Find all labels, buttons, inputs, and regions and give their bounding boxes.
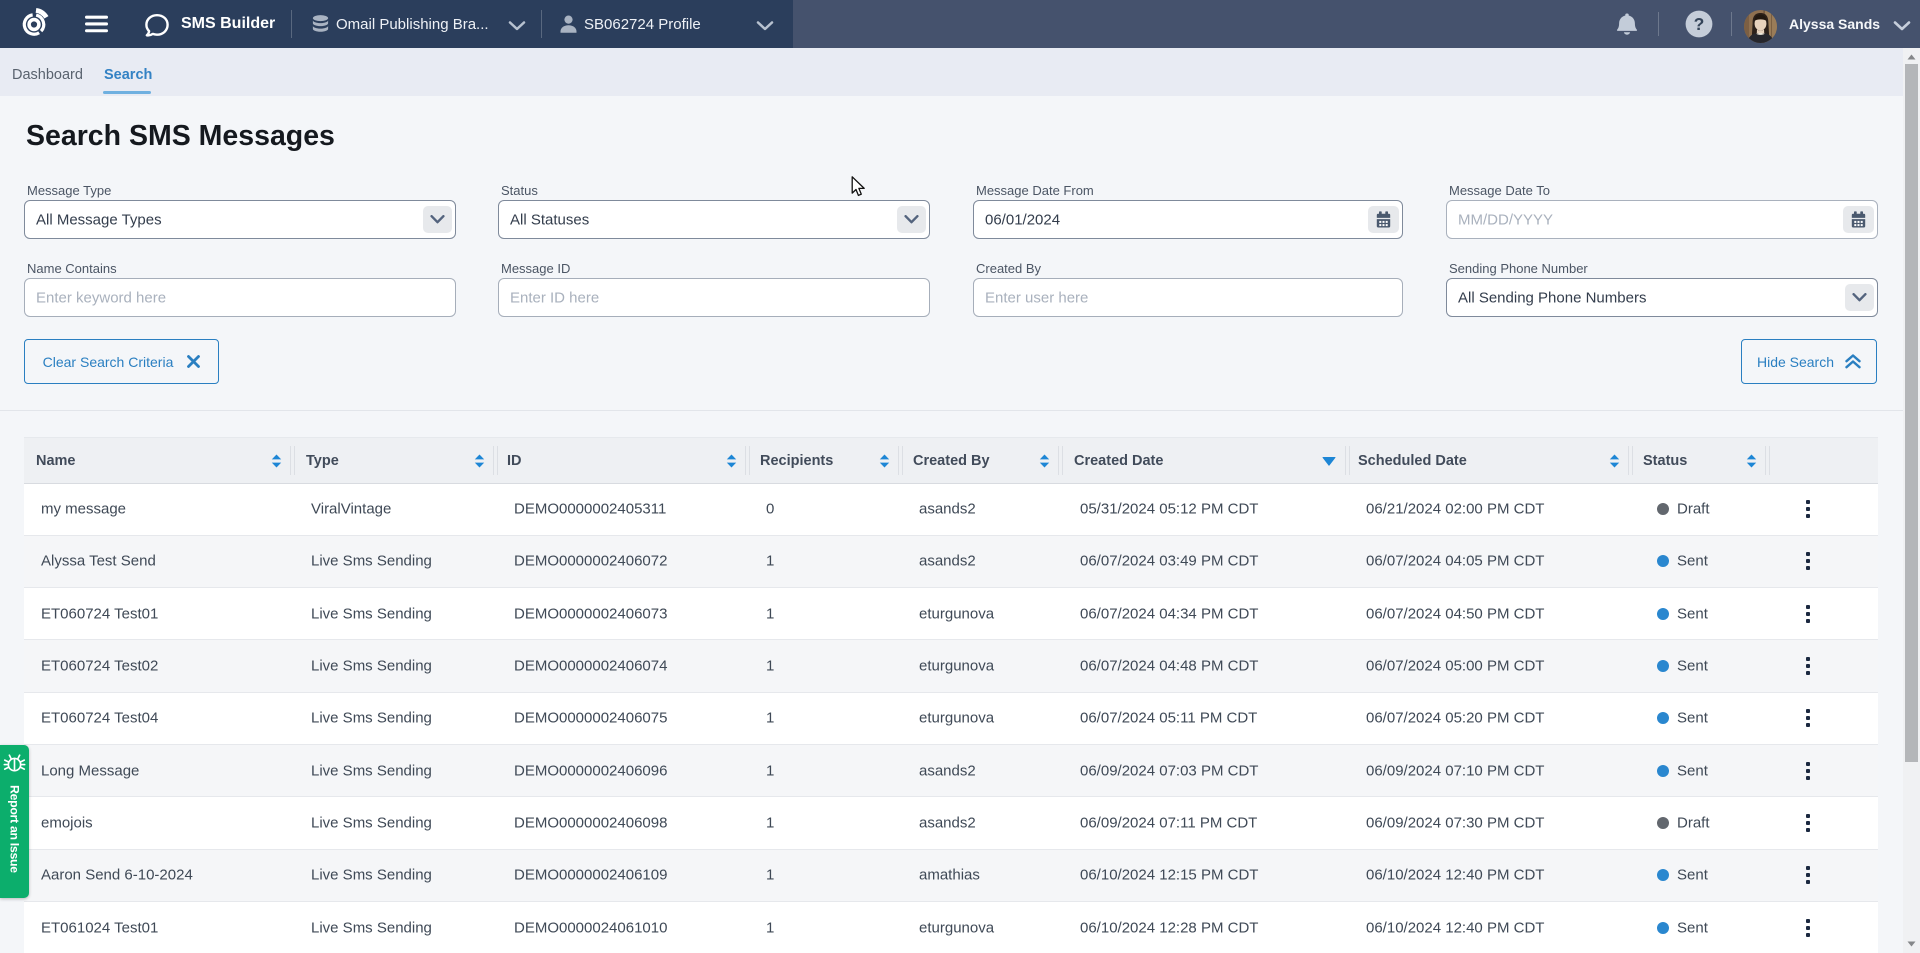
svg-text:?: ? (1694, 14, 1705, 34)
